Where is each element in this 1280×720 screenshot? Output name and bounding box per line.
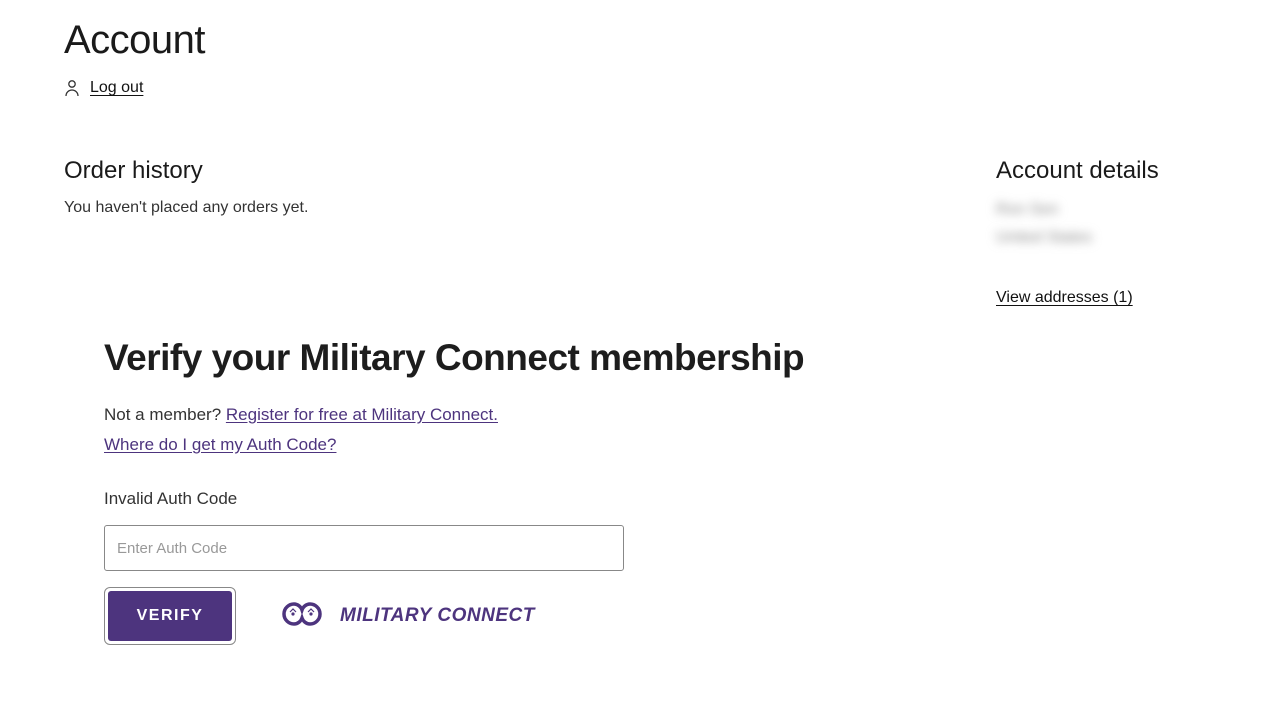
account-country-masked: United States (996, 229, 1216, 247)
auth-code-input[interactable] (104, 525, 624, 571)
verify-button[interactable]: VERIFY (108, 591, 232, 641)
page-title: Account (64, 18, 1216, 63)
order-history-title: Order history (64, 157, 956, 185)
account-name-masked: Ron Sen (996, 201, 1216, 219)
logout-link[interactable]: Log out (90, 79, 143, 97)
not-member-prefix: Not a member? (104, 405, 226, 424)
military-connect-logo: MILITARY CONNECT (276, 598, 535, 635)
logout-row: Log out (64, 79, 143, 97)
verify-heading: Verify your Military Connect membership (104, 337, 956, 379)
where-auth-code-link[interactable]: Where do I get my Auth Code? (104, 435, 336, 455)
order-history-empty-message: You haven't placed any orders yet. (64, 199, 956, 217)
military-connect-logo-text: MILITARY CONNECT (340, 605, 535, 627)
invalid-auth-message: Invalid Auth Code (104, 489, 956, 509)
verify-section: Verify your Military Connect membership … (104, 337, 956, 645)
account-details-title: Account details (996, 157, 1216, 185)
view-addresses-link[interactable]: View addresses (1) (996, 289, 1133, 307)
military-connect-icon (276, 598, 328, 635)
register-link[interactable]: Register for free at Military Connect. (226, 405, 498, 424)
user-icon (64, 79, 80, 97)
not-member-text: Not a member? Register for free at Milit… (104, 405, 956, 425)
verify-button-wrap: VERIFY (104, 587, 236, 645)
